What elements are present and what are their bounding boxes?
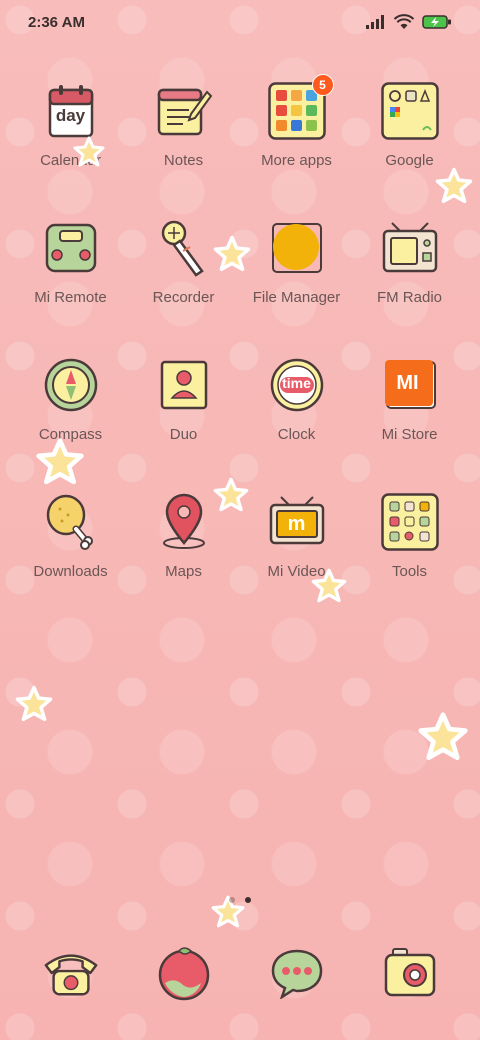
calendar-day-icon: day	[42, 82, 100, 140]
tools-folder-icon	[380, 493, 439, 551]
drumstick-icon	[42, 493, 100, 551]
camera-icon	[381, 944, 439, 1002]
calendar-day-text: day	[55, 106, 86, 125]
notes-pencil-icon	[155, 82, 213, 140]
app-mi-remote[interactable]: Mi Remote	[14, 219, 127, 356]
dock-contacts[interactable]	[127, 944, 240, 1010]
star-decoration	[418, 712, 468, 761]
star-decoration	[36, 438, 84, 485]
app-label-google: Google	[385, 152, 434, 169]
star-decoration	[73, 136, 105, 167]
app-label-fm-radio: FM Radio	[376, 289, 443, 306]
duo-person-icon	[155, 356, 213, 414]
dock-messages[interactable]	[240, 944, 353, 1010]
star-decoration	[213, 477, 249, 512]
radio-icon	[381, 219, 439, 277]
notification-badge: 5	[311, 74, 334, 96]
wifi-icon	[394, 14, 414, 29]
status-icons	[366, 14, 452, 30]
app-duo[interactable]: Duo	[127, 356, 240, 493]
app-notes[interactable]: Notes	[127, 82, 240, 219]
star-decoration	[213, 235, 251, 272]
app-label-maps: Maps	[165, 563, 202, 580]
app-label-mi-remote: Mi Remote	[34, 289, 107, 306]
file-manager-icon	[268, 219, 326, 277]
star-decoration	[435, 167, 473, 204]
app-label-recorder: Recorder	[152, 289, 215, 306]
clock-time-icon: time	[268, 356, 326, 414]
star-decoration	[15, 685, 53, 722]
page-dot-active[interactable]	[245, 897, 251, 903]
dock	[14, 944, 466, 1010]
app-label-downloads: Downloads	[33, 563, 108, 580]
app-label-file-manager: File Manager	[252, 289, 341, 306]
app-mi-video[interactable]: m Mi Video	[240, 493, 353, 630]
message-bubble-icon	[268, 944, 326, 1002]
globe-fruit-icon	[155, 944, 213, 1002]
page-indicator[interactable]	[0, 897, 480, 903]
mi-logo-text: MI	[396, 372, 419, 394]
app-mi-store[interactable]: MI Mi Store	[353, 356, 466, 493]
app-label-mi-store: Mi Store	[381, 426, 438, 443]
clock-time-text: time	[282, 375, 311, 391]
battery-charging-icon	[422, 15, 451, 29]
app-folder-tools[interactable]: Tools	[353, 493, 466, 630]
mi-store-icon: MI	[381, 356, 439, 414]
mi-video-text: m	[287, 513, 306, 535]
signal-icon	[366, 15, 384, 29]
dock-phone[interactable]	[14, 944, 127, 1010]
status-bar: 2:36 AM	[0, 0, 480, 44]
star-decoration	[311, 568, 347, 603]
page-dot[interactable]	[229, 897, 235, 903]
app-label-duo: Duo	[169, 426, 198, 443]
app-fm-radio[interactable]: FM Radio	[353, 219, 466, 356]
app-label-notes: Notes	[163, 152, 204, 169]
tv-icon: m	[268, 493, 326, 551]
dock-camera[interactable]	[353, 944, 466, 1010]
remote-icon	[42, 219, 100, 277]
app-label-tools: Tools	[391, 563, 428, 580]
compass-icon	[42, 356, 100, 414]
folder-more-apps-icon: 5	[267, 74, 334, 140]
app-label-clock: Clock	[277, 426, 316, 443]
app-folder-more-apps[interactable]: 5 More apps	[240, 74, 353, 219]
status-time: 2:36 AM	[28, 13, 85, 31]
folder-google-icon	[380, 82, 439, 140]
app-clock[interactable]: time Clock	[240, 356, 353, 493]
app-calendar[interactable]: day Calendar	[14, 82, 127, 219]
app-file-manager[interactable]: File Manager	[240, 219, 353, 356]
app-label-more-apps: More apps	[261, 152, 332, 169]
app-downloads[interactable]: Downloads	[14, 493, 127, 630]
microphone-icon	[155, 219, 213, 277]
phone-icon	[42, 944, 100, 1002]
map-pin-icon	[155, 493, 213, 551]
